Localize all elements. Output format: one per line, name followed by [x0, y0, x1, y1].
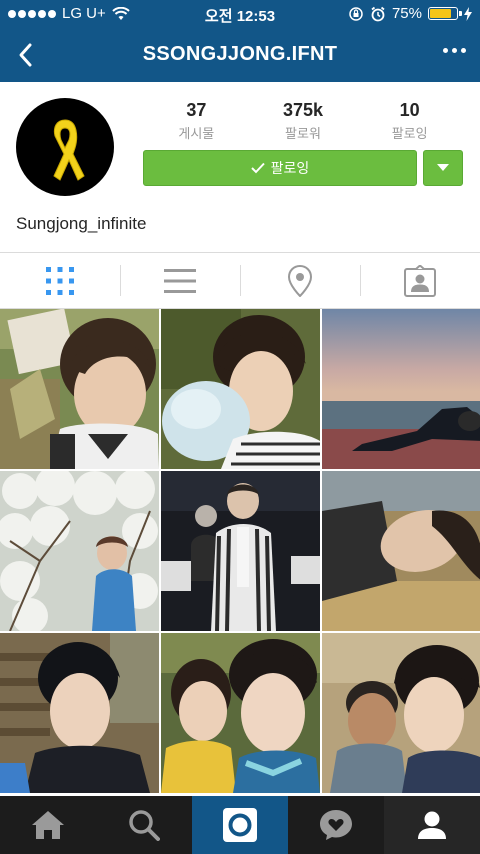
- photo-tile[interactable]: [0, 471, 159, 631]
- followers-label: 팔로워: [285, 126, 321, 141]
- page-title: SSONGJJONG.IFNT: [142, 43, 338, 65]
- posts-label: 게시물: [178, 126, 215, 141]
- profile-icon: [418, 811, 446, 839]
- status-right: 75%: [348, 5, 472, 22]
- photo-image: [161, 633, 320, 793]
- avatar[interactable]: [16, 98, 114, 196]
- photo-grid: [0, 309, 480, 796]
- posts-stat[interactable]: 37 게시물: [146, 100, 246, 142]
- tagged-photos-icon: [404, 264, 436, 297]
- nav-search[interactable]: [96, 796, 192, 854]
- list-icon: [164, 268, 196, 293]
- yellow-ribbon-icon: [53, 119, 85, 181]
- following-stat[interactable]: 10 팔로잉: [360, 100, 460, 142]
- tab-tagged[interactable]: [360, 253, 480, 308]
- more-options-icon[interactable]: [443, 48, 466, 53]
- following-button[interactable]: 팔로잉: [143, 150, 417, 186]
- profile-stats: 37 게시물 375k 팔로워 10 팔로잉: [143, 100, 463, 142]
- tab-list[interactable]: [120, 253, 240, 308]
- nav-profile[interactable]: [384, 796, 480, 854]
- search-icon: [129, 810, 160, 841]
- profile-username: Sungjong_infinite: [16, 214, 147, 233]
- rotation-lock-icon: [349, 6, 363, 21]
- nav-home[interactable]: [0, 796, 96, 854]
- photo-tile[interactable]: [322, 633, 480, 793]
- photo-tile[interactable]: [0, 633, 159, 793]
- photo-tile[interactable]: [322, 309, 480, 469]
- photo-image: [0, 471, 159, 631]
- photo-tile[interactable]: [161, 633, 320, 793]
- camera-icon: [223, 808, 257, 842]
- followers-stat[interactable]: 375k 팔로워: [253, 100, 353, 142]
- photo-image: [322, 633, 480, 793]
- checkmark-icon: [250, 162, 265, 174]
- location-pin-icon: [287, 264, 313, 297]
- nav-activity[interactable]: [288, 796, 384, 854]
- following-button-label: 팔로잉: [270, 160, 310, 176]
- status-bar: LG U+ 오전 12:53 75%: [0, 0, 480, 28]
- activity-heart-icon: [320, 810, 352, 840]
- bottom-nav: [0, 796, 480, 854]
- caret-down-icon: [437, 164, 449, 171]
- profile-view-tabs: [0, 252, 480, 309]
- nav-camera[interactable]: [192, 796, 288, 854]
- photo-image: [0, 309, 159, 469]
- tab-location[interactable]: [240, 253, 360, 308]
- followers-count: 375k: [282, 100, 323, 120]
- photo-image: [322, 309, 480, 469]
- photo-image: [322, 471, 480, 631]
- suggestions-dropdown-button[interactable]: [423, 150, 463, 186]
- posts-count: 37: [186, 100, 207, 120]
- battery-icon: [428, 7, 462, 20]
- charging-icon: [464, 6, 472, 21]
- home-icon: [32, 811, 64, 839]
- following-label: 팔로잉: [391, 126, 428, 141]
- grid-icon: [46, 266, 74, 295]
- photo-tile[interactable]: [322, 471, 480, 631]
- photo-tile[interactable]: [161, 309, 320, 469]
- tab-grid[interactable]: [0, 253, 120, 308]
- profile-header: 37 게시물 375k 팔로워 10 팔로잉 팔로잉 Sungjong_infi…: [0, 82, 480, 252]
- photo-tile[interactable]: [161, 471, 320, 631]
- battery-percent: 75%: [391, 5, 422, 22]
- photo-tile[interactable]: [0, 309, 159, 469]
- following-count: 10: [399, 100, 420, 120]
- alarm-icon: [371, 6, 385, 21]
- photo-image: [161, 471, 320, 631]
- photo-image: [161, 309, 320, 469]
- nav-bar: SSONGJJONG.IFNT: [0, 28, 480, 82]
- photo-image: [0, 633, 159, 793]
